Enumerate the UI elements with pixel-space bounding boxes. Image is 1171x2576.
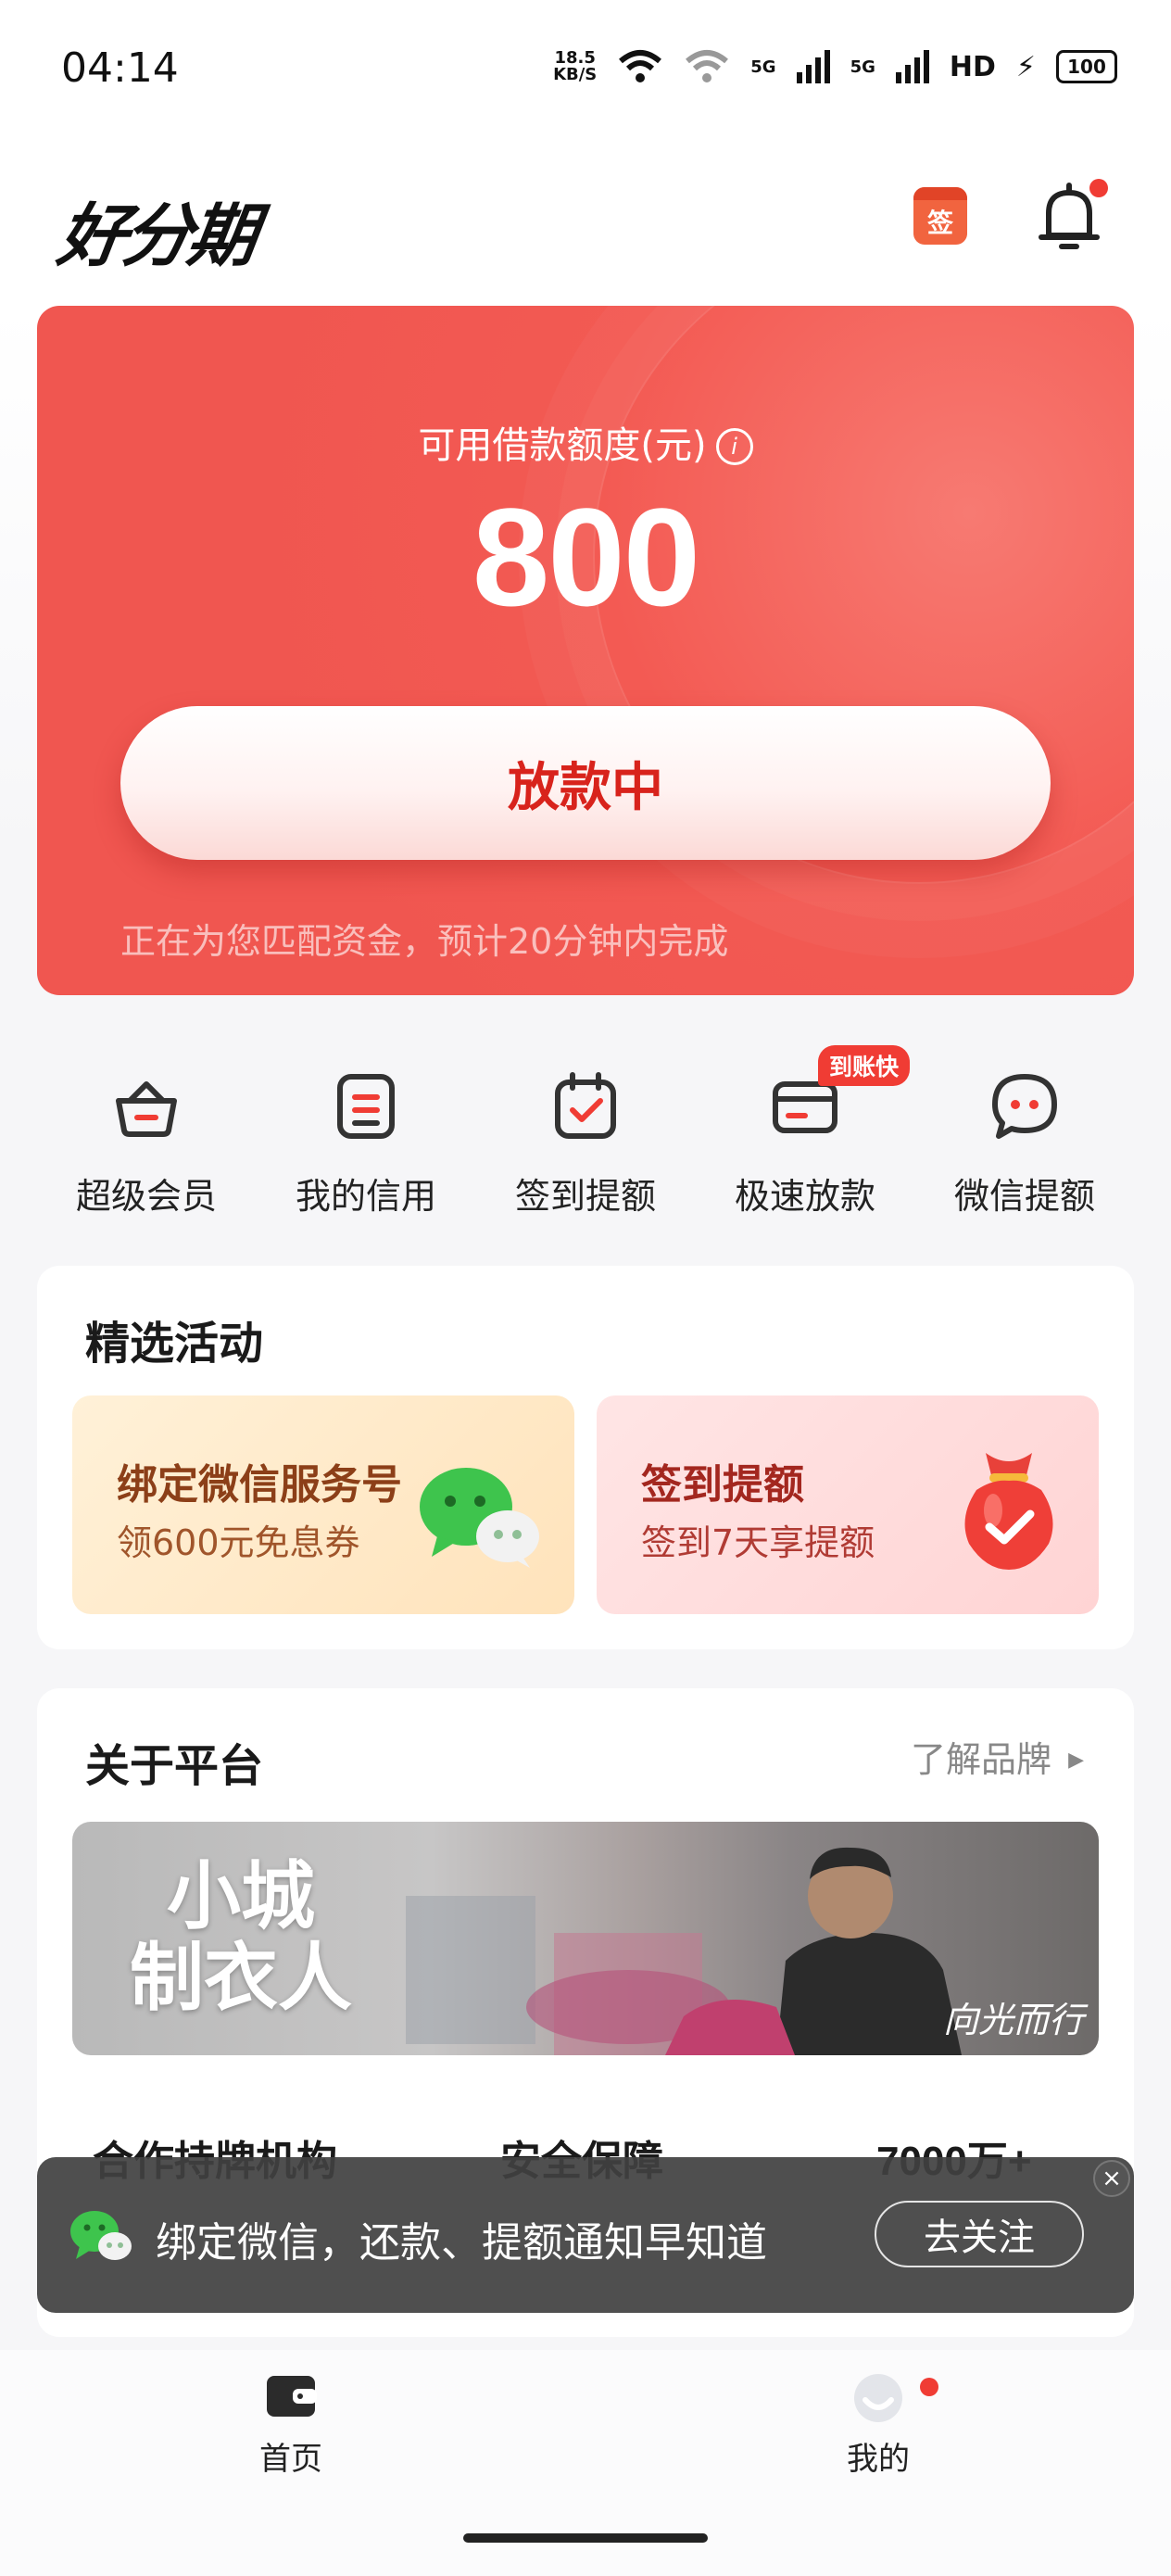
status-icons: 18.5 KB/S 5G 5G HD ⚡ 100 <box>553 48 1117 85</box>
learn-brand-link[interactable]: 了解品牌 ▶ <box>911 1731 1084 1782</box>
credit-limit-amount: 800 <box>472 479 700 635</box>
quick-menu-my-credit[interactable]: 我的信用 <box>257 1047 475 1232</box>
app-logo: 好分期 <box>53 196 259 276</box>
profile-icon <box>854 2374 902 2422</box>
chat-bubble-icon <box>992 1074 1057 1139</box>
wallet-icon <box>267 2376 317 2417</box>
calendar-check-icon <box>555 1072 616 1139</box>
status-time: 04:14 <box>61 44 179 92</box>
nav-item-home[interactable]: 首页 <box>235 2372 346 2479</box>
net-speed-unit: KB/S <box>553 65 598 84</box>
toast-message: 绑定微信，还款、提额通知早知道 <box>156 2219 767 2267</box>
info-icon[interactable]: i <box>715 428 753 465</box>
charging-icon: ⚡ <box>1015 50 1036 83</box>
activities-title: 精选活动 <box>85 1318 264 1370</box>
signal-bars-icon-2 <box>895 50 929 83</box>
banner-title-line-2: 制衣人 <box>130 1934 352 2021</box>
wifi-icon <box>619 50 662 82</box>
loan-status-text: 正在为您匹配资金，预计20分钟内完成 <box>120 921 729 962</box>
about-title: 关于平台 <box>85 1740 264 1792</box>
quick-menu-super-member[interactable]: 超级会员 <box>37 1047 256 1232</box>
banner-signature: 向光而行 <box>942 2000 1084 2040</box>
nav-item-mine[interactable]: 我的 <box>823 2372 934 2479</box>
activity-subtitle: 签到7天享提额 <box>641 1522 875 1563</box>
activity-card-wechat[interactable]: 绑定微信服务号 领600元免息券 <box>72 1395 574 1614</box>
home-indicator[interactable] <box>463 2533 708 2543</box>
nav-label-mine: 我的 <box>847 2441 910 2478</box>
quick-menu-label: 极速放款 <box>734 1176 875 1217</box>
close-icon[interactable]: × <box>1093 2160 1130 2197</box>
activity-subtitle: 领600元免息券 <box>117 1522 360 1563</box>
signal-5g-2: 5G <box>850 57 875 77</box>
quick-menu-label: 超级会员 <box>75 1176 217 1217</box>
quick-menu-label: 我的信用 <box>295 1176 436 1217</box>
mine-notification-dot <box>920 2378 938 2396</box>
nav-label-home: 首页 <box>259 2441 322 2478</box>
activity-title: 绑定微信服务号 <box>117 1461 402 1509</box>
net-speed: 18.5 KB/S <box>553 50 597 83</box>
quick-menu: 超级会员 我的信用 签到提额 到账快 极速放款 微信提额 <box>37 1045 1134 1232</box>
sign-calendar-icon[interactable]: 签 <box>913 187 967 245</box>
quick-menu-label: 微信提额 <box>953 1176 1095 1217</box>
loan-status-button[interactable]: 放款中 <box>120 706 1051 860</box>
credit-limit-label-text: 可用借款额度(元) <box>418 424 707 467</box>
basket-icon <box>116 1081 177 1137</box>
learn-brand-link-text: 了解品牌 <box>910 1739 1051 1780</box>
quick-menu-wechat-boost[interactable]: 微信提额 <box>915 1047 1134 1232</box>
wifi-secondary-icon <box>686 50 729 82</box>
activity-card-sign-in[interactable]: 签到提额 签到7天享提额 <box>597 1395 1099 1614</box>
quick-menu-sign-in[interactable]: 签到提额 <box>476 1047 695 1232</box>
signal-5g-1: 5G <box>750 57 776 77</box>
banner-title: 小城 制衣人 <box>130 1855 352 2018</box>
credit-limit-card <box>37 306 1134 995</box>
credit-limit-label: 可用借款额度(元) i <box>0 415 1171 469</box>
follow-button[interactable]: 去关注 <box>875 2201 1084 2267</box>
signal-bars-icon <box>796 50 830 83</box>
lucky-bag-icon <box>964 1453 1053 1570</box>
wechat-icon <box>420 1468 539 1568</box>
sign-calendar-text: 签 <box>926 208 953 238</box>
hd-indicator: HD <box>949 50 996 83</box>
activity-title: 签到提额 <box>641 1461 804 1509</box>
quick-menu-label: 签到提额 <box>514 1176 656 1217</box>
toast-wechat-icon <box>70 2211 132 2260</box>
quick-menu-fast-loan[interactable]: 到账快 极速放款 <box>696 1045 914 1232</box>
banner-title-line-1: 小城 <box>167 1852 315 1939</box>
brand-video-banner[interactable]: 小城 制衣人 向光而行 <box>72 1822 1099 2055</box>
notification-dot <box>1089 179 1108 197</box>
fast-arrival-badge: 到账快 <box>818 1045 911 1086</box>
play-arrow-icon: ▶ <box>1068 1749 1084 1772</box>
battery-icon: 100 <box>1056 50 1117 83</box>
credit-doc-icon <box>337 1074 395 1139</box>
